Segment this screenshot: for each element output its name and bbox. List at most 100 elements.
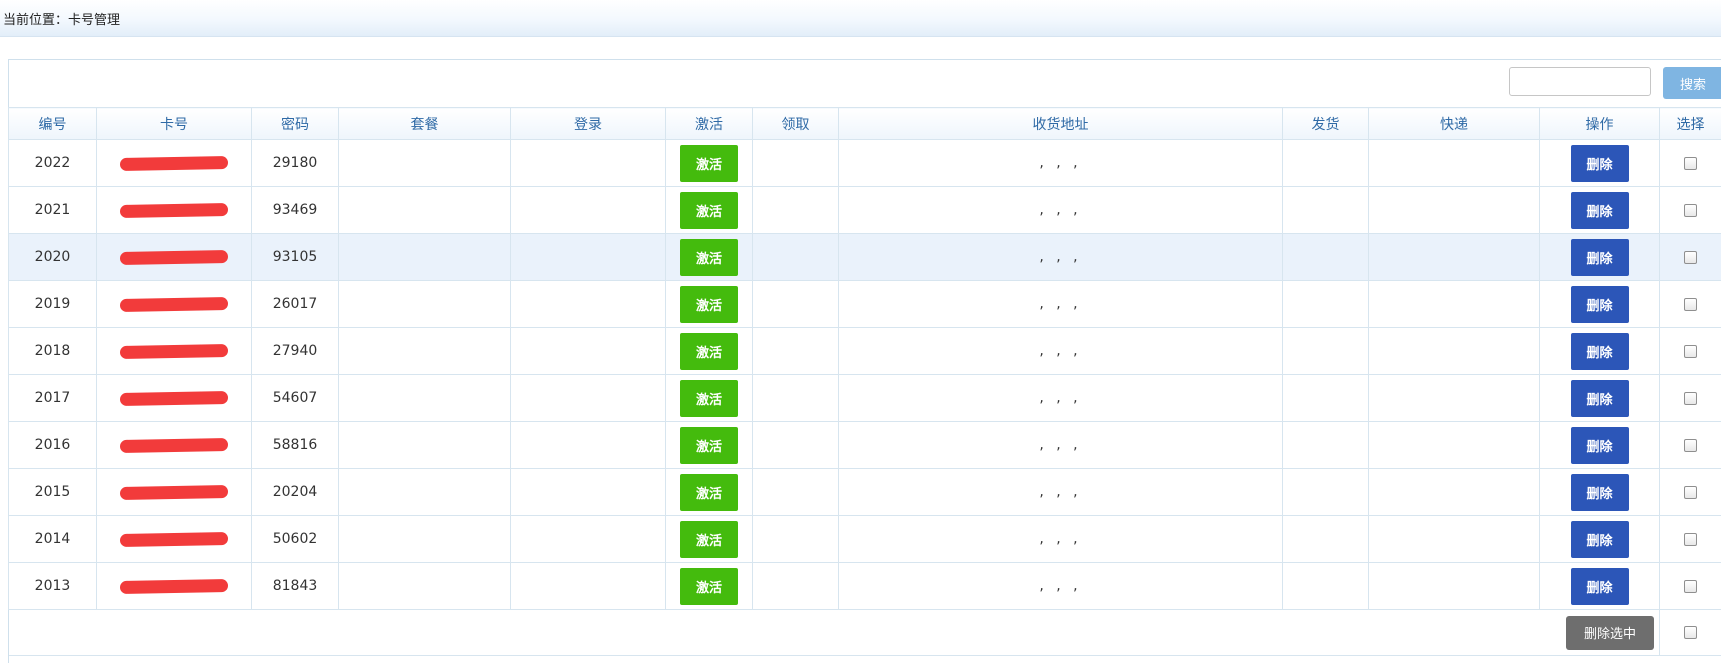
- cell-login: [510, 280, 666, 328]
- select-checkbox[interactable]: [1684, 579, 1697, 593]
- cell-login: [510, 468, 666, 516]
- cell-actions: 删除: [1539, 233, 1660, 281]
- delete-button[interactable]: 删除: [1570, 191, 1629, 229]
- cell-claim: [752, 468, 839, 516]
- cell-package: [338, 280, 511, 328]
- table-header-row: 编号 卡号 密码 套餐 登录 激活 领取 收货地址 发货 快递 操作 选择: [8, 107, 1721, 140]
- cell-password: 27940: [251, 327, 339, 375]
- activate-button[interactable]: 激活: [680, 520, 738, 558]
- delete-button[interactable]: 删除: [1570, 379, 1629, 417]
- cell-address: , , ,: [838, 327, 1283, 375]
- cell-login: [510, 139, 666, 187]
- cell-login: [510, 374, 666, 422]
- select-checkbox[interactable]: [1684, 203, 1697, 217]
- cell-package: [338, 515, 511, 563]
- cell-courier: [1368, 421, 1540, 469]
- cell-select: [1659, 139, 1721, 187]
- delete-button[interactable]: 删除: [1570, 567, 1629, 605]
- cell-package: [338, 374, 511, 422]
- col-header-claim: 领取: [752, 107, 839, 140]
- activate-button[interactable]: 激活: [680, 238, 738, 276]
- cell-id: 2022: [8, 139, 97, 187]
- cell-select: [1659, 421, 1721, 469]
- activate-button[interactable]: 激活: [680, 144, 738, 182]
- cell-address: , , ,: [838, 421, 1283, 469]
- cell-id: 2014: [8, 515, 97, 563]
- cell-activate: 激活: [665, 233, 753, 281]
- delete-button[interactable]: 删除: [1570, 426, 1629, 464]
- search-input[interactable]: [1509, 67, 1651, 96]
- select-all-checkbox[interactable]: [1684, 626, 1697, 639]
- select-checkbox[interactable]: [1684, 485, 1697, 499]
- cell-card-number: [96, 374, 252, 422]
- cell-shipped: [1282, 233, 1369, 281]
- select-checkbox[interactable]: [1684, 156, 1697, 170]
- redaction-mark: [119, 343, 229, 359]
- cell-id: 2020: [8, 233, 97, 281]
- activate-button[interactable]: 激活: [680, 285, 738, 323]
- cell-actions: 删除: [1539, 515, 1660, 563]
- cell-activate: 激活: [665, 186, 753, 234]
- cell-claim: [752, 374, 839, 422]
- cell-activate: 激活: [665, 327, 753, 375]
- cell-shipped: [1282, 562, 1369, 610]
- delete-button[interactable]: 删除: [1570, 520, 1629, 558]
- cell-login: [510, 327, 666, 375]
- card-table: 编号 卡号 密码 套餐 登录 激活 领取 收货地址 发货 快递 操作 选择 20…: [8, 107, 1721, 656]
- cell-address: , , ,: [838, 233, 1283, 281]
- cell-address: , , ,: [838, 280, 1283, 328]
- cell-card-number: [96, 186, 252, 234]
- cell-package: [338, 186, 511, 234]
- cell-courier: [1368, 562, 1540, 610]
- activate-button[interactable]: 激活: [680, 191, 738, 229]
- activate-button[interactable]: 激活: [680, 332, 738, 370]
- cell-courier: [1368, 374, 1540, 422]
- cell-package: [338, 421, 511, 469]
- cell-claim: [752, 233, 839, 281]
- cell-actions: 删除: [1539, 139, 1660, 187]
- redaction-mark: [119, 578, 229, 594]
- delete-button[interactable]: 删除: [1570, 144, 1629, 182]
- cell-claim: [752, 515, 839, 563]
- cell-password: 26017: [251, 280, 339, 328]
- col-header-password: 密码: [251, 107, 339, 140]
- cell-activate: 激活: [665, 280, 753, 328]
- select-checkbox[interactable]: [1684, 532, 1697, 546]
- redaction-mark: [119, 390, 229, 406]
- cell-select: [1659, 515, 1721, 563]
- cell-activate: 激活: [665, 374, 753, 422]
- cell-password: 93469: [251, 186, 339, 234]
- select-checkbox[interactable]: [1684, 391, 1697, 405]
- table-footer-row: 删除选中: [8, 609, 1721, 656]
- redaction-mark: [119, 484, 229, 500]
- cell-login: [510, 562, 666, 610]
- cell-activate: 激活: [665, 468, 753, 516]
- cell-login: [510, 421, 666, 469]
- select-checkbox[interactable]: [1684, 297, 1697, 311]
- col-header-select: 选择: [1659, 107, 1721, 140]
- delete-button[interactable]: 删除: [1570, 238, 1629, 276]
- select-checkbox[interactable]: [1684, 250, 1697, 264]
- delete-button[interactable]: 删除: [1570, 473, 1629, 511]
- redaction-mark: [119, 296, 229, 312]
- cell-id: 2015: [8, 468, 97, 516]
- cell-actions: 删除: [1539, 186, 1660, 234]
- cell-card-number: [96, 468, 252, 516]
- search-button[interactable]: 搜索: [1663, 67, 1721, 99]
- cell-claim: [752, 186, 839, 234]
- delete-button[interactable]: 删除: [1570, 332, 1629, 370]
- activate-button[interactable]: 激活: [680, 426, 738, 464]
- cell-package: [338, 233, 511, 281]
- delete-button[interactable]: 删除: [1570, 285, 1629, 323]
- cell-courier: [1368, 139, 1540, 187]
- activate-button[interactable]: 激活: [680, 473, 738, 511]
- delete-selected-button[interactable]: 删除选中: [1566, 615, 1654, 650]
- cell-activate: 激活: [665, 515, 753, 563]
- cell-claim: [752, 280, 839, 328]
- activate-button[interactable]: 激活: [680, 567, 738, 605]
- activate-button[interactable]: 激活: [680, 379, 738, 417]
- select-checkbox[interactable]: [1684, 344, 1697, 358]
- cell-actions: 删除: [1539, 421, 1660, 469]
- select-checkbox[interactable]: [1684, 438, 1697, 452]
- cell-select: [1659, 562, 1721, 610]
